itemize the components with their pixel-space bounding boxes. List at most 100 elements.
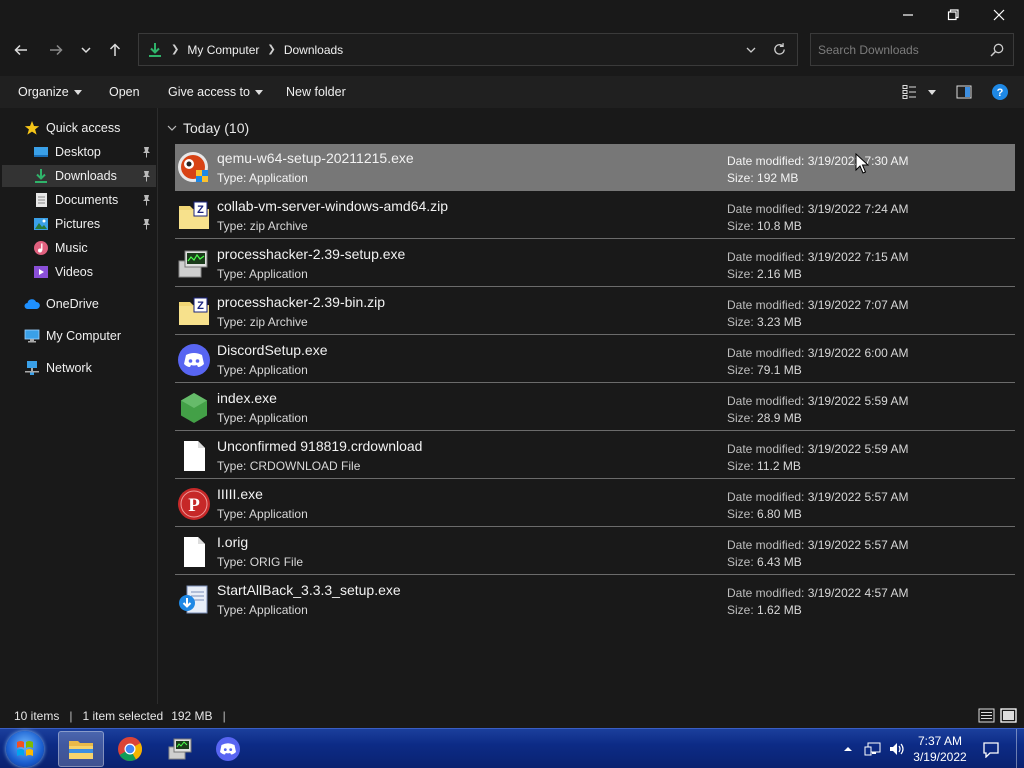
close-icon (993, 9, 1005, 21)
details-view-icon[interactable] (978, 708, 995, 723)
type-value: Application (249, 603, 308, 617)
preview-pane-icon[interactable] (955, 83, 973, 101)
file-row[interactable]: index.exe Type: Application Date modifie… (175, 384, 1015, 431)
status-separator: | (222, 709, 226, 723)
group-title: Today (10) (183, 120, 250, 136)
file-date: Date modified: 3/19/2022 7:07 AM (727, 298, 908, 312)
file-name: collab-vm-server-windows-amd64.zip (217, 198, 449, 214)
open-button[interactable]: Open (109, 76, 140, 108)
network-status-icon[interactable] (864, 741, 882, 757)
pictures-icon (33, 216, 49, 232)
sidebar-item-desktop[interactable]: Desktop (2, 141, 156, 163)
sidebar-item-network[interactable]: Network (2, 357, 156, 379)
file-size: Size: 10.8 MB (727, 219, 802, 233)
view-options-chevron-icon[interactable] (928, 90, 936, 95)
new-folder-button[interactable]: New folder (286, 76, 346, 108)
desktop-icon (33, 144, 49, 160)
help-icon[interactable]: ? (991, 83, 1009, 101)
type-label: Type: (217, 555, 247, 569)
clock-time: 7:37 AM (917, 734, 963, 748)
minimize-button[interactable] (885, 0, 931, 30)
search-icon[interactable] (990, 43, 1004, 57)
large-icons-view-icon[interactable] (1000, 708, 1017, 723)
computer-icon (24, 328, 40, 344)
taskbar-processhacker[interactable] (157, 731, 203, 767)
sidebar-item-videos[interactable]: Videos (2, 261, 156, 283)
file-size: Size: 79.1 MB (727, 363, 802, 377)
arrow-up-icon (109, 43, 121, 56)
file-row[interactable]: StartAllBack_3.3.3_setup.exe Type: Appli… (175, 576, 1015, 623)
date-label: Date modified: (727, 346, 805, 360)
restore-button[interactable] (930, 0, 976, 30)
sidebar-item-music[interactable]: Music (2, 237, 156, 259)
type-value: Application (249, 171, 308, 185)
sidebar-item-pictures[interactable]: Pictures (2, 213, 156, 235)
breadcrumb-my-computer[interactable]: My Computer (187, 43, 259, 57)
show-desktop-button[interactable] (1016, 729, 1024, 768)
close-button[interactable] (976, 0, 1022, 30)
recent-locations-button[interactable] (73, 38, 99, 62)
address-dropdown-icon[interactable] (745, 44, 757, 56)
file-row[interactable]: Unconfirmed 918819.crdownload Type: CRDO… (175, 432, 1015, 479)
file-row[interactable]: I.orig Type: ORIG File Date modified: 3/… (175, 528, 1015, 575)
forward-button[interactable] (43, 38, 69, 62)
file-type: Type: Application (217, 507, 308, 521)
file-size: Size: 3.23 MB (727, 315, 802, 329)
pin-icon[interactable] (141, 218, 152, 230)
sidebar-item-onedrive[interactable]: OneDrive (2, 293, 156, 315)
start-button[interactable] (6, 731, 44, 767)
file-name: index.exe (217, 390, 277, 406)
sidebar-item-documents[interactable]: Documents (2, 189, 156, 211)
type-label: Type: (217, 219, 247, 233)
give-access-button[interactable]: Give access to (168, 76, 263, 108)
file-size: Size: 1.62 MB (727, 603, 802, 617)
date-label: Date modified: (727, 298, 805, 312)
pin-icon[interactable] (141, 194, 152, 206)
sidebar-item-quick-access[interactable]: Quick access (2, 117, 156, 139)
file-row[interactable]: qemu-w64-setup-20211215.exe Type: Applic… (175, 144, 1015, 191)
pin-icon[interactable] (141, 146, 152, 158)
show-hidden-icons-icon[interactable] (842, 743, 854, 755)
file-row[interactable]: processhacker-2.39-setup.exe Type: Appli… (175, 240, 1015, 287)
sidebar-item-label: Network (46, 361, 92, 375)
clock[interactable]: 7:37 AM 3/19/2022 (900, 733, 980, 765)
taskbar-chrome[interactable] (107, 731, 153, 767)
refresh-icon[interactable] (772, 42, 787, 57)
date-label: Date modified: (727, 202, 805, 216)
address-bar[interactable]: ❯ My Computer ❯ Downloads (138, 33, 798, 66)
search-box[interactable] (810, 33, 1014, 66)
search-input[interactable] (818, 42, 983, 58)
type-value: Application (249, 507, 308, 521)
file-row[interactable]: DiscordSetup.exe Type: Application Date … (175, 336, 1015, 383)
breadcrumb-downloads[interactable]: Downloads (284, 43, 343, 57)
group-header-today[interactable]: Today (10) (167, 118, 249, 138)
up-button[interactable] (102, 38, 128, 62)
network-icon (24, 360, 40, 376)
file-row[interactable]: Z collab-vm-server-windows-amd64.zip Typ… (175, 192, 1015, 239)
discord-icon (216, 737, 240, 761)
pin-icon[interactable] (141, 170, 152, 182)
sidebar-item-downloads[interactable]: Downloads (2, 165, 156, 187)
chrome-icon (118, 737, 143, 762)
command-bar: Organize Open Give access to New folder … (0, 76, 1024, 108)
sidebar-item-my-computer[interactable]: My Computer (2, 325, 156, 347)
node-icon (181, 393, 207, 423)
file-row[interactable]: P IIIII.exe Type: Application Date modif… (175, 480, 1015, 527)
chevron-down-icon (81, 47, 91, 54)
file-row[interactable]: Z processhacker-2.39-bin.zip Type: zip A… (175, 288, 1015, 335)
file-type: Type: CRDOWNLOAD File (217, 459, 360, 473)
size-label: Size: (727, 411, 754, 425)
file-date: Date modified: 3/19/2022 5:59 AM (727, 442, 908, 456)
date-value: 3/19/2022 7:24 AM (807, 202, 909, 216)
taskbar-discord[interactable] (205, 731, 251, 767)
type-label: Type: (217, 171, 247, 185)
change-view-icon[interactable] (901, 83, 919, 101)
sidebar-item-label: Quick access (46, 121, 121, 135)
file-type: Type: zip Archive (217, 219, 308, 233)
type-label: Type: (217, 363, 247, 377)
organize-button[interactable]: Organize (18, 76, 82, 108)
taskbar-explorer[interactable] (58, 731, 104, 767)
notifications-icon[interactable] (982, 741, 1000, 758)
star-icon (24, 120, 40, 136)
back-button[interactable] (8, 38, 34, 62)
